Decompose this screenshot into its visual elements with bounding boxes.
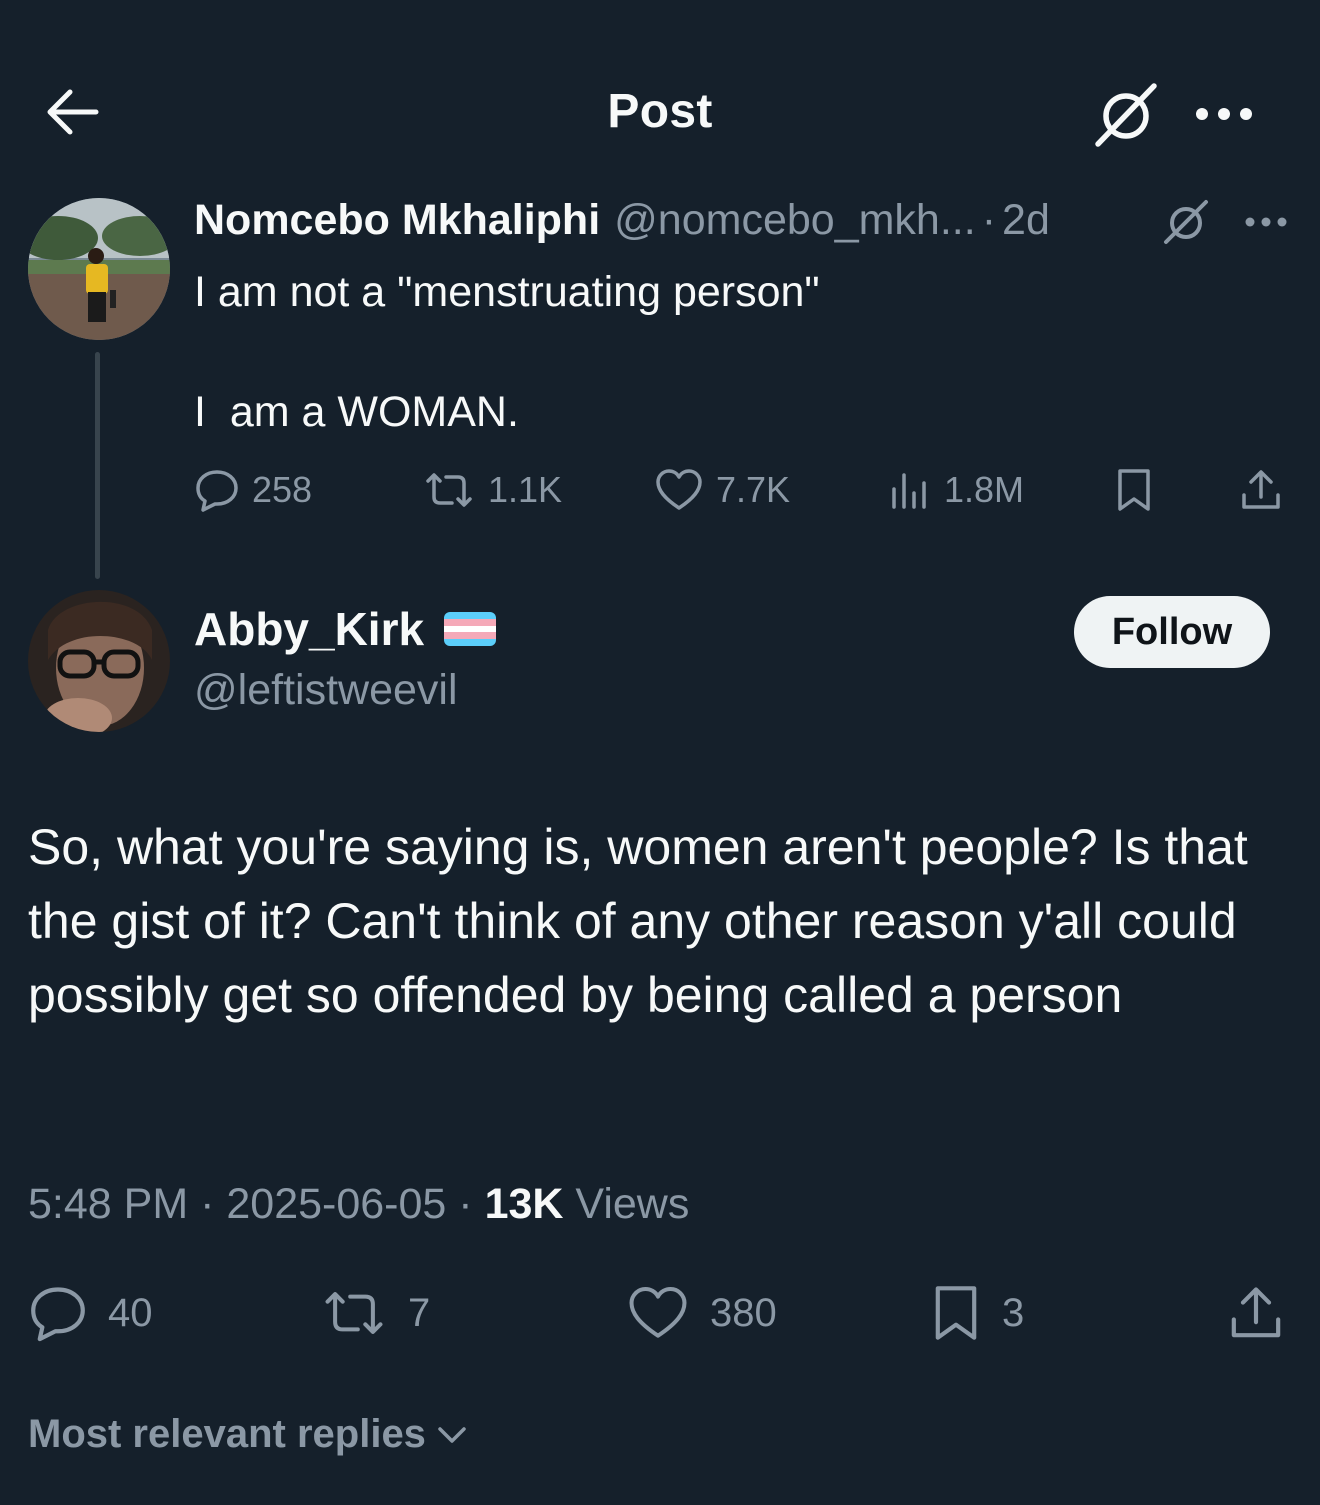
more-horizontal-icon [1190,90,1258,138]
tweet-text-line: I am not a "menstruating person" [194,268,820,316]
replies-sort-dropdown[interactable]: Most relevant replies [28,1412,470,1457]
tweet-time[interactable]: 2d [1002,196,1050,245]
bookmark-button[interactable]: 3 [930,1280,1024,1346]
views-button[interactable]: 1.8M [888,462,1024,518]
bookmark-button[interactable] [1114,462,1166,518]
share-button[interactable] [1226,1280,1306,1346]
replies-sort-label: Most relevant replies [28,1412,426,1456]
reply-count: 258 [252,469,313,510]
share-icon [1226,1283,1306,1343]
tweet-meta: 5:48 PM · 2025-06-05 · 13K Views [28,1180,689,1229]
grok-button[interactable] [1092,80,1164,148]
author-name[interactable]: Nomcebo Mkhaliphi [194,196,600,245]
author-handle[interactable]: @nomcebo_mkh... [614,196,976,245]
repost-button[interactable]: 1.1K [422,462,562,518]
views-chart-icon [888,467,944,513]
tweet-more-button[interactable] [1240,206,1292,238]
reply-icon [194,467,252,513]
repost-button[interactable]: 7 [320,1280,430,1346]
follow-button[interactable]: Follow [1074,596,1270,668]
bookmark-icon [930,1283,1002,1343]
thread-connector [95,352,100,579]
share-button[interactable] [1238,462,1296,518]
heart-icon [654,467,716,513]
like-count: 7.7K [716,469,791,510]
reply-icon [28,1283,108,1343]
like-count: 380 [710,1290,777,1335]
parent-tweet-text: I am not a "menstruating person" I am a … [194,262,820,442]
top-bar: Post [0,0,1320,180]
author-row: Abby_Kirk [194,602,497,656]
parent-tweet-header: Nomcebo Mkhaliphi @nomcebo_mkh... · 2d [194,196,1050,248]
reply-count: 40 [108,1290,153,1335]
like-button[interactable]: 380 [626,1280,777,1346]
share-icon [1238,467,1296,513]
heart-icon [626,1284,710,1342]
reply-button[interactable]: 258 [194,462,312,518]
trans-flag-emoji [444,612,497,646]
like-button[interactable]: 7.7K [654,462,790,518]
grok-button[interactable] [1160,198,1214,246]
grok-icon [1160,198,1214,246]
views-label: Views [575,1180,690,1228]
bookmark-icon [1114,467,1166,513]
views-count: 1.8M [944,469,1025,510]
reply-button[interactable]: 40 [28,1280,153,1346]
views-count[interactable]: 13K [485,1180,564,1228]
repost-count: 7 [408,1290,431,1335]
author-handle[interactable]: @leftistweevil [194,666,458,715]
repost-icon [320,1284,408,1342]
tweet-time: 5:48 PM [28,1180,189,1228]
tweet-actions: 40 7 380 3 [28,1280,1288,1346]
separator: · [200,1180,227,1228]
separator: · [981,196,997,244]
author-name[interactable]: Abby_Kirk [194,602,424,656]
chevron-down-icon [426,1417,470,1453]
separator: · [458,1180,485,1228]
repost-icon [422,467,488,513]
repost-count: 1.1K [488,469,563,510]
tweet-date: 2025-06-05 [226,1180,447,1228]
more-horizontal-icon [1240,206,1292,238]
parent-tweet-actions: 258 1.1K 7.7K 1.8M [194,462,1294,518]
avatar[interactable] [28,590,170,732]
tweet-text-line: I am a WOMAN. [194,388,519,436]
grok-icon [1092,80,1164,148]
avatar[interactable] [28,198,170,340]
more-button[interactable] [1190,90,1258,138]
tweet-text: So, what you're saying is, women aren't … [28,819,1248,1023]
bookmark-count: 3 [1002,1290,1025,1335]
